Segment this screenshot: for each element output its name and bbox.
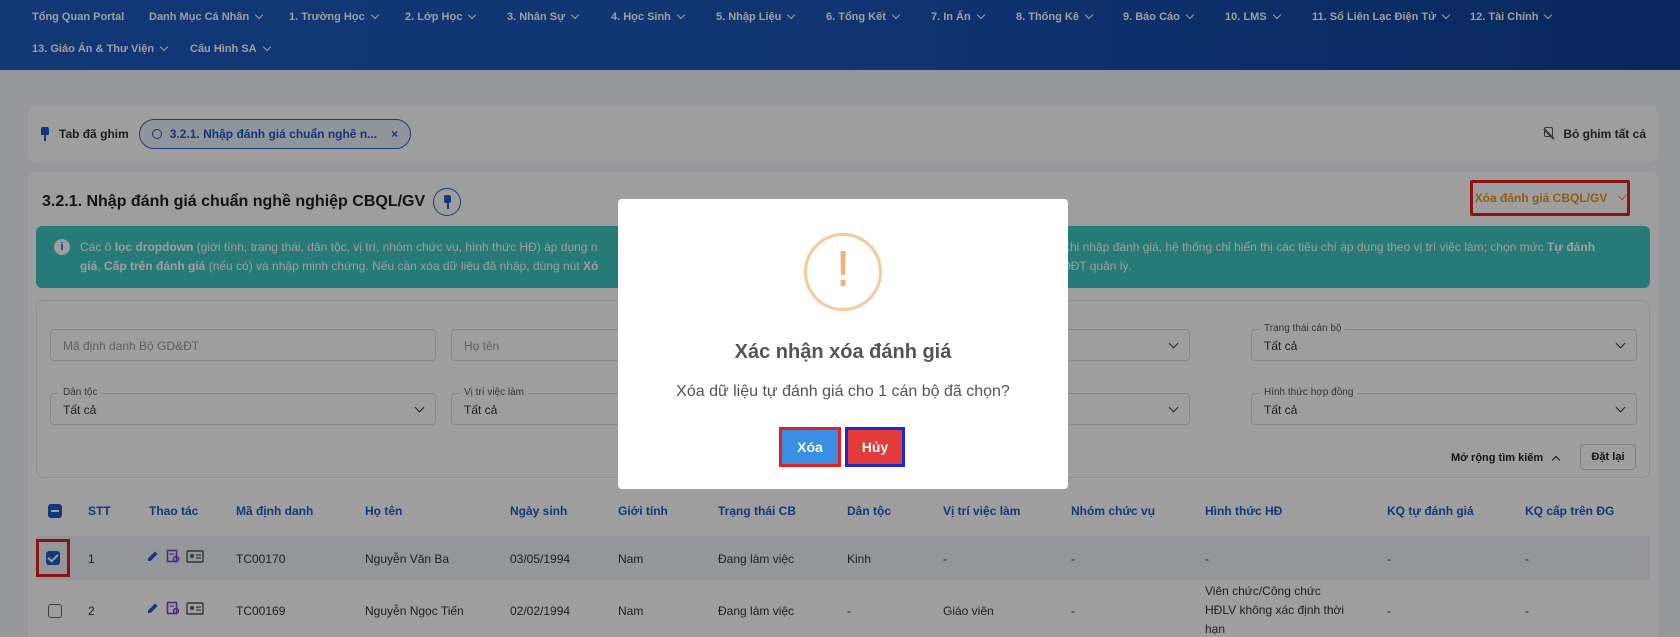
dialog-title: Xác nhận xóa đánh giá [734,341,952,363]
dialog-message: Xóa dữ liệu tự đánh giá cho 1 cán bộ đã … [676,383,1010,400]
warning-icon: ! [804,233,882,311]
confirm-delete-dialog: ! Xác nhận xóa đánh giá Xóa dữ liệu tự đ… [618,199,1068,489]
cancel-button[interactable]: Hủy [845,427,905,467]
confirm-delete-button[interactable]: Xóa [779,427,841,467]
